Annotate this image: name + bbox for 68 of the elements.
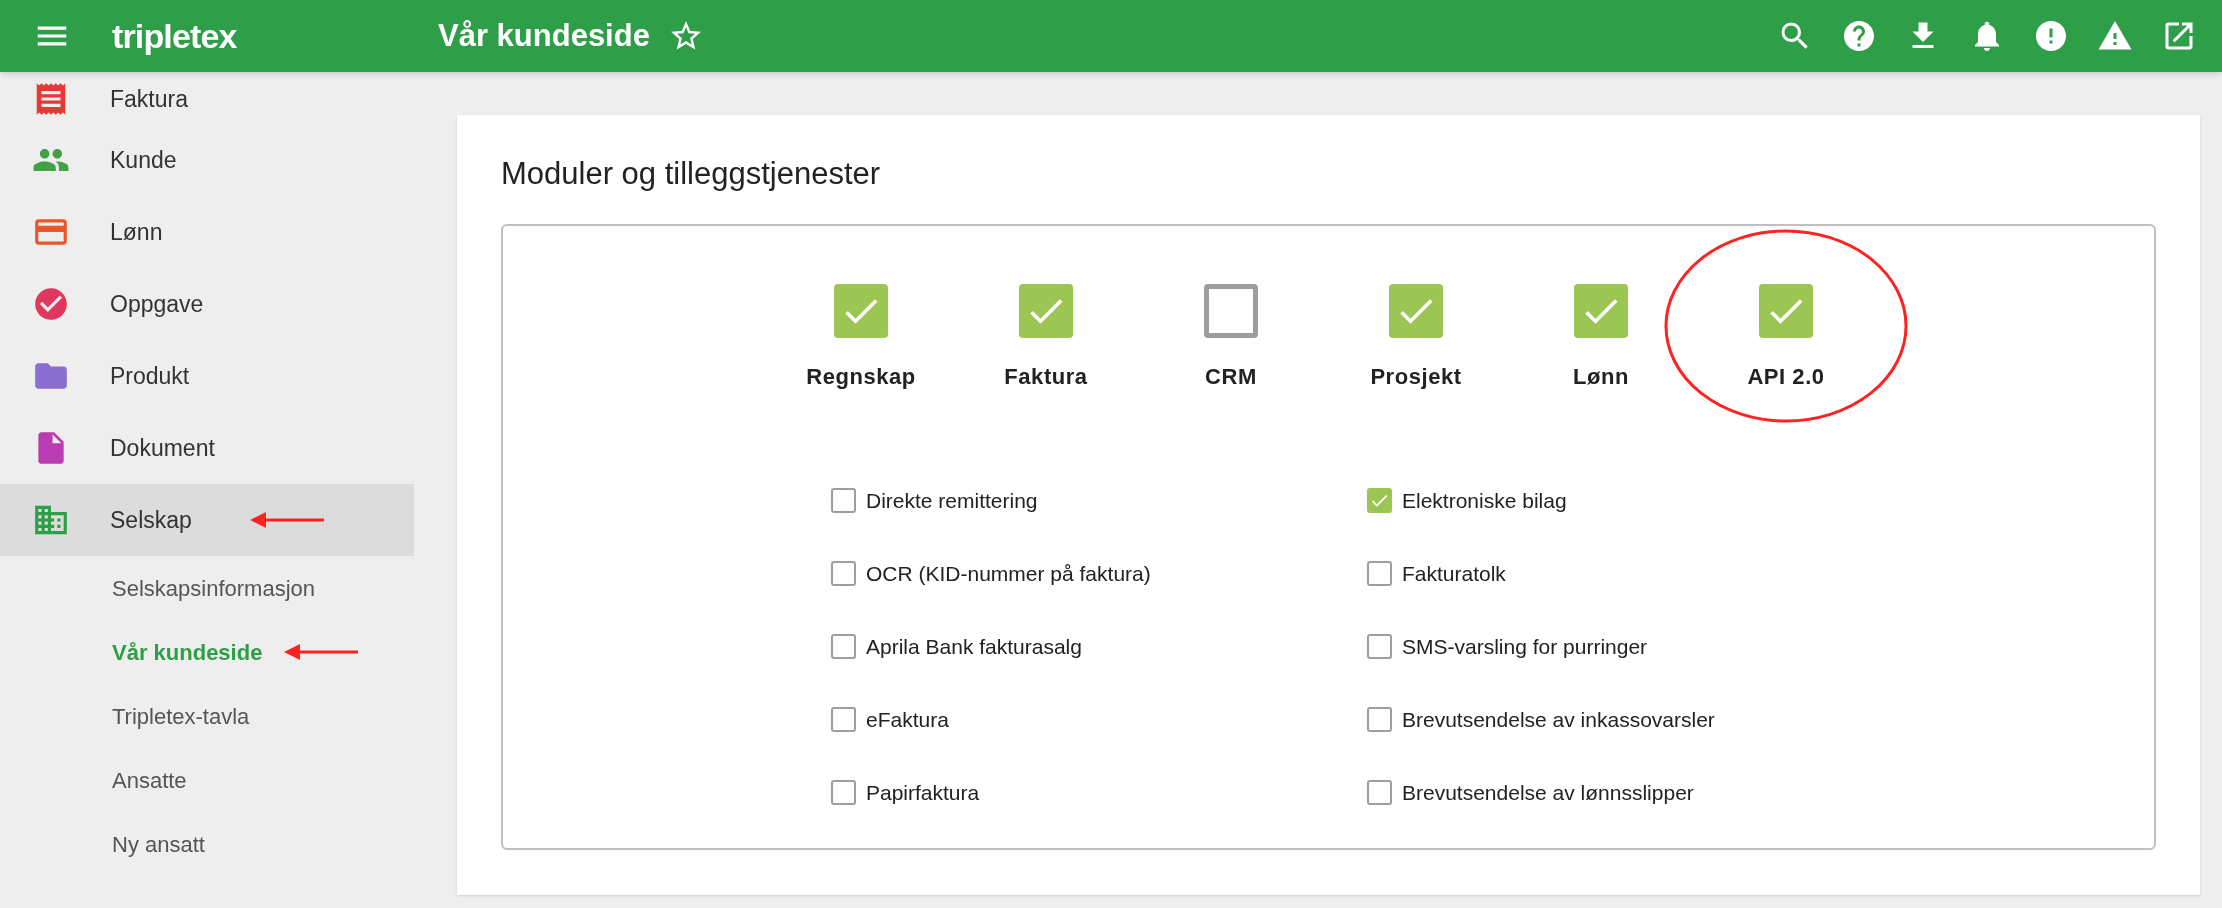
option-checkbox[interactable]: SMS-varsling for purringer [1367, 633, 1903, 660]
logo: tripletex [112, 15, 238, 57]
checkbox[interactable] [831, 780, 856, 805]
sidebar-item[interactable]: Lønn [0, 196, 414, 268]
checkbox[interactable] [1019, 283, 1073, 338]
checkbox[interactable] [1367, 634, 1392, 659]
option-checkbox[interactable]: Fakturatolk [1367, 560, 1903, 587]
card-title: Moduler og tilleggstjenester [501, 155, 882, 193]
checkbox[interactable] [831, 634, 856, 659]
sidebar-label: Selskapsinformasjon [112, 574, 315, 603]
checkbox[interactable] [831, 561, 856, 586]
checkbox[interactable] [1367, 561, 1392, 586]
sidebar-label: Ansatte [112, 766, 187, 795]
sidebar-label: Oppgave [110, 289, 204, 319]
checkbox[interactable] [831, 488, 856, 513]
sidebar-label: Selskap [110, 505, 192, 535]
checkbox[interactable] [1367, 780, 1392, 805]
sidebar-label: Kunde [110, 145, 177, 175]
option-checkbox[interactable]: Elektroniske bilag [1367, 487, 1903, 514]
checkbox[interactable] [1367, 488, 1392, 513]
sidebar-item[interactable]: Dokument [0, 412, 414, 484]
checkbox[interactable] [1367, 707, 1392, 732]
sidebar-label: Produkt [110, 361, 190, 391]
sidebar-item[interactable]: Kunde [0, 124, 414, 196]
sidebar-item[interactable]: Produkt [0, 340, 414, 412]
page-title: Vår kundeside [438, 16, 650, 55]
option-checkbox[interactable]: Brevutsendelse av lønnsslipper [1367, 779, 1903, 806]
option-checkbox[interactable]: Brevutsendelse av inkassovarsler [1367, 706, 1903, 733]
option-label: SMS-varsling for purringer [1402, 633, 1648, 660]
option-label: Elektroniske bilag [1402, 487, 1567, 514]
option-label: eFaktura [866, 706, 949, 733]
checkbox[interactable] [1389, 283, 1443, 338]
option-label: Papirfaktura [866, 779, 980, 806]
option-label: Aprila Bank fakturasalg [866, 633, 1082, 660]
sidebar-subitem[interactable]: Ansatte [0, 748, 414, 812]
option-checkbox[interactable]: Aprila Bank fakturasalg [831, 633, 1367, 660]
module-label: Prosjekt [1370, 362, 1462, 391]
option-label: Brevutsendelse av lønnsslipper [1402, 779, 1694, 806]
sidebar-item[interactable]: Selskap [0, 484, 414, 556]
option-checkbox[interactable]: eFaktura [831, 706, 1367, 733]
module-label: Lønn [1573, 362, 1629, 391]
checkbox[interactable] [1204, 283, 1258, 338]
option-label: Direkte remittering [866, 487, 1038, 514]
sidebar-item[interactable]: Faktura [0, 74, 414, 124]
sidebar-item[interactable]: Oppgave [0, 268, 414, 340]
module-label: API 2.0 [1747, 362, 1825, 391]
sidebar-label: Faktura [110, 84, 188, 114]
sidebar-subitem[interactable]: Ny ansatt [0, 812, 414, 876]
option-checkbox[interactable]: OCR (KID-nummer på faktura) [831, 560, 1367, 587]
module-label: CRM [1205, 362, 1257, 391]
sidebar-subitem[interactable]: Selskapsinformasjon [0, 556, 414, 620]
sidebar-label: Tripletex-tavla [112, 702, 250, 731]
checkbox[interactable] [1759, 283, 1813, 338]
checkbox[interactable] [834, 283, 888, 338]
option-label: OCR (KID-nummer på faktura) [866, 560, 1151, 587]
sidebar-label: Vår kundeside [112, 638, 263, 667]
sidebar-label: Lønn [110, 217, 163, 247]
sidebar-subitem[interactable]: Tripletex-tavla [0, 684, 414, 748]
module-label: Regnskap [806, 362, 916, 391]
sidebar-label: Ny ansatt [112, 830, 205, 859]
option-label: Brevutsendelse av inkassovarsler [1402, 706, 1715, 733]
checkbox[interactable] [1574, 283, 1628, 338]
sidebar-label: Dokument [110, 433, 215, 463]
option-checkbox[interactable]: Direkte remittering [831, 487, 1367, 514]
option-checkbox[interactable]: Papirfaktura [831, 779, 1367, 806]
checkbox[interactable] [831, 707, 856, 732]
module-label: Faktura [1004, 362, 1088, 391]
option-label: Fakturatolk [1402, 560, 1506, 587]
